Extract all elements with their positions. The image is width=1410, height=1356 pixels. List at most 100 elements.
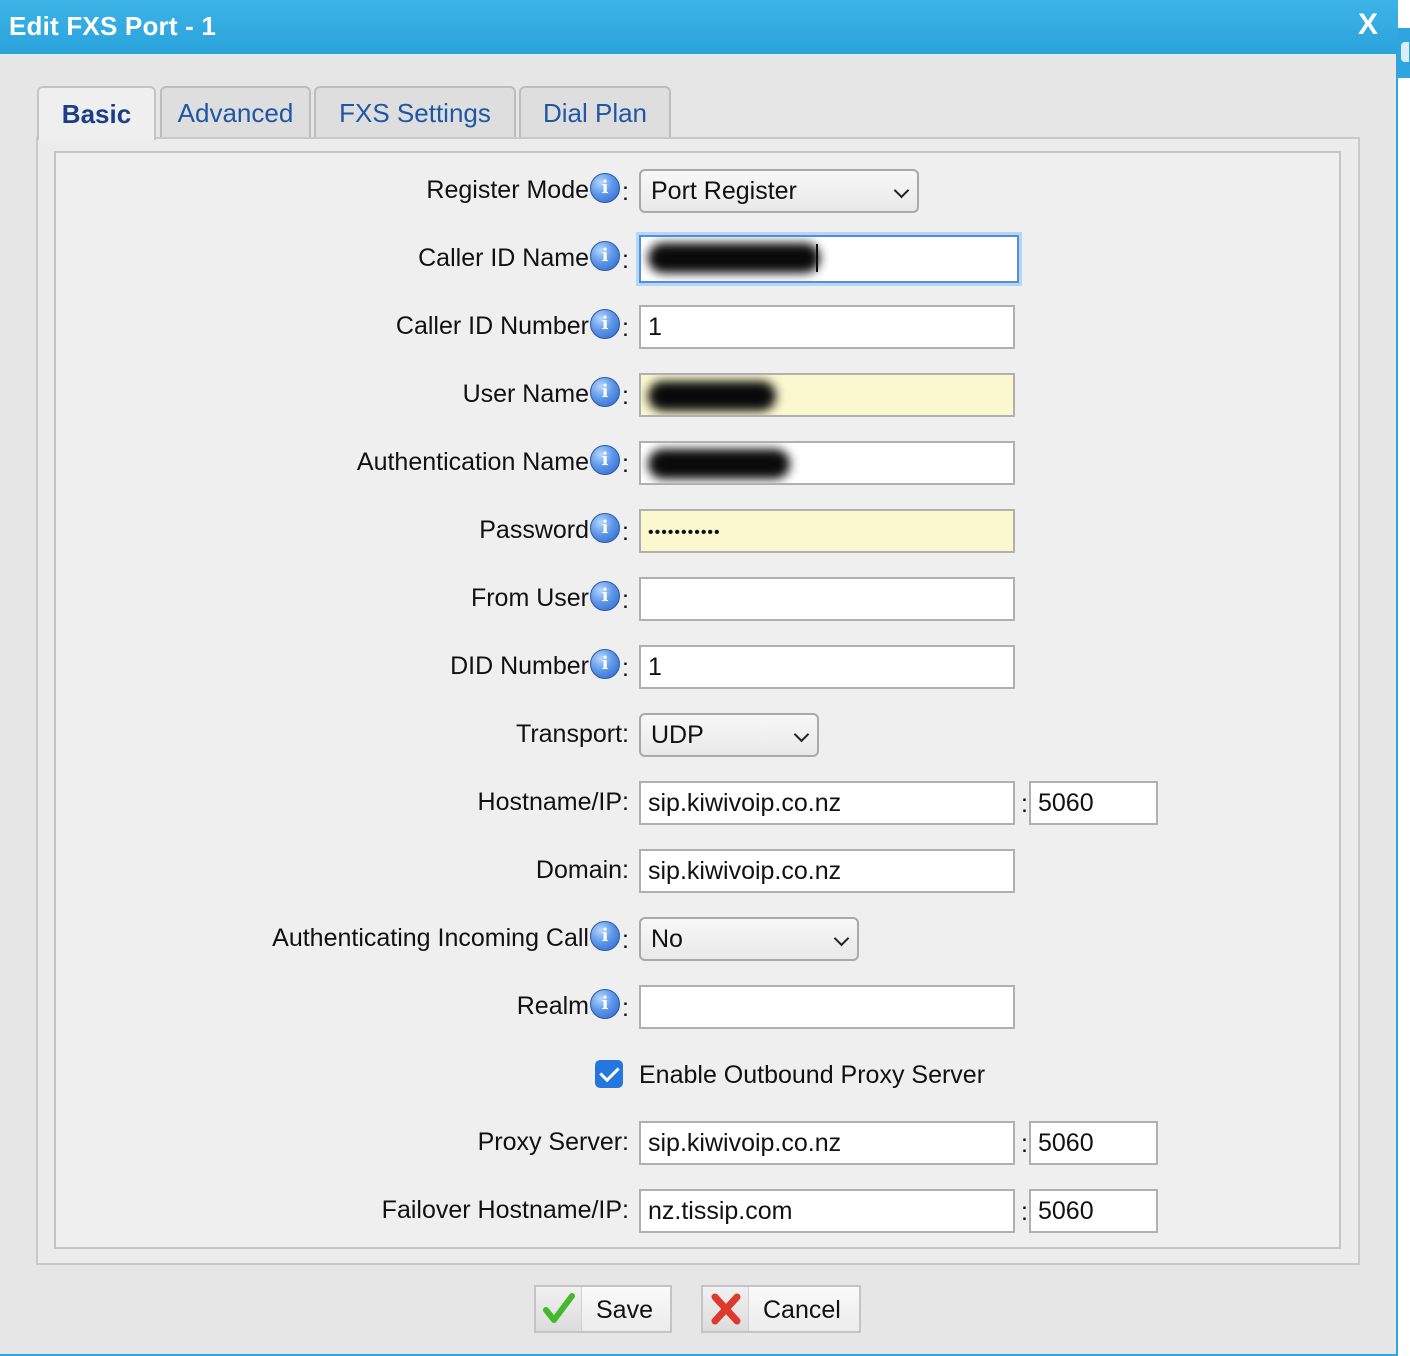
colon: : [622,450,629,478]
from-user-label: From User [470,584,589,612]
colon: : [622,246,629,274]
x-mark-icon [703,1287,749,1331]
failover-hostname-row: Failover Hostname/IP: nz.tissip.com : 50… [0,1189,1398,1233]
password-label: Password [479,516,589,544]
did-number-input[interactable]: 1 [639,645,1015,689]
tab-label: Basic [61,98,132,129]
caller-id-name-input[interactable] [639,235,1019,283]
colon: : [622,654,629,682]
save-button-label: Save [596,1296,653,1324]
tab-basic[interactable]: Basic [37,86,156,140]
failover-hostname-input[interactable]: nz.tissip.com [639,1189,1015,1233]
tab-label: Advanced [177,97,294,128]
password-row: Password i : ••••••••••• [0,509,1398,553]
colon: : [622,926,629,954]
proxy-server-row: Proxy Server: sip.kiwivoip.co.nz : 5060 [0,1121,1398,1165]
register-mode-row: Register Mode i : Port Register [0,169,1398,213]
did-number-row: DID Number i : 1 [0,645,1398,689]
user-name-input[interactable] [639,373,1015,417]
hostname-row: Hostname/IP: sip.kiwivoip.co.nz : 5060 [0,781,1398,825]
auth-incoming-call-select[interactable]: No [639,917,859,961]
user-name-label: User Name [462,380,589,408]
info-icon[interactable]: i [590,513,620,543]
dialog-title: Edit FXS Port - 1 [9,11,217,41]
colon: : [1021,1198,1028,1226]
chevron-down-icon [893,182,910,199]
authentication-name-row: Authentication Name i : [0,441,1398,485]
cancel-button-label: Cancel [763,1296,841,1324]
tab-dial-plan[interactable]: Dial Plan [519,86,671,138]
background-window-edge [1398,28,1410,78]
did-number-label: DID Number [450,652,589,680]
caller-id-number-input[interactable]: 1 [639,305,1015,349]
redacted-value [648,243,820,274]
colon: : [1021,790,1028,818]
failover-hostname-port-input[interactable]: 5060 [1029,1189,1158,1233]
cancel-button[interactable]: Cancel [701,1285,861,1333]
caller-id-number-row: Caller ID Number i : 1 [0,305,1398,349]
domain-label: Domain: [535,856,629,884]
save-button[interactable]: Save [534,1285,672,1333]
info-icon[interactable]: i [590,989,620,1019]
tab-label: Dial Plan [542,97,648,128]
colon: : [622,518,629,546]
proxy-server-port-input[interactable]: 5060 [1029,1121,1158,1165]
redacted-value [648,381,776,412]
from-user-row: From User i : [0,577,1398,621]
enable-outbound-proxy-label[interactable]: Enable Outbound Proxy Server [639,1061,985,1090]
enable-outbound-proxy-checkbox[interactable] [595,1060,623,1088]
hostname-input[interactable]: sip.kiwivoip.co.nz [639,781,1015,825]
auth-incoming-call-row: Authenticating Incoming Call i : No [0,917,1398,961]
info-icon[interactable]: i [590,649,620,679]
hostname-label: Hostname/IP: [477,788,629,816]
realm-row: Realm i : [0,985,1398,1029]
authentication-name-label: Authentication Name [356,448,589,476]
password-input[interactable]: ••••••••••• [639,509,1015,553]
failover-hostname-label: Failover Hostname/IP: [381,1196,629,1224]
info-icon[interactable]: i [590,921,620,951]
transport-value: UDP [651,721,704,749]
caller-id-name-row: Caller ID Name i : [0,235,1398,283]
auth-incoming-call-label: Authenticating Incoming Call [272,924,589,952]
chevron-down-icon [793,726,810,743]
dialog-titlebar[interactable]: Edit FXS Port - 1 X [0,0,1398,54]
caller-id-number-label: Caller ID Number [395,312,589,340]
register-mode-label: Register Mode [426,176,589,204]
colon: : [622,382,629,410]
from-user-input[interactable] [639,577,1015,621]
edit-fxs-port-dialog: Edit FXS Port - 1 X Basic Advanced FXS S… [0,0,1398,1356]
redacted-value [648,449,790,480]
register-mode-select[interactable]: Port Register [639,169,919,213]
info-icon[interactable]: i [590,445,620,475]
realm-label: Realm [516,992,589,1020]
chevron-down-icon [833,930,850,947]
info-icon[interactable]: i [590,241,620,271]
transport-label: Transport: [515,720,629,748]
info-icon[interactable]: i [590,377,620,407]
info-icon[interactable]: i [590,309,620,339]
proxy-server-label: Proxy Server: [477,1128,629,1156]
proxy-server-input[interactable]: sip.kiwivoip.co.nz [639,1121,1015,1165]
transport-select[interactable]: UDP [639,713,819,757]
colon: : [622,314,629,342]
checkmark-icon [536,1287,582,1331]
caller-id-name-label: Caller ID Name [418,244,589,272]
colon: : [622,586,629,614]
domain-row: Domain: sip.kiwivoip.co.nz [0,849,1398,893]
colon: : [622,994,629,1022]
colon: : [622,178,629,206]
tab-fxs-settings[interactable]: FXS Settings [314,86,516,138]
realm-input[interactable] [639,985,1015,1029]
info-icon[interactable]: i [590,581,620,611]
close-button[interactable]: X [1358,8,1378,42]
authentication-name-input[interactable] [639,441,1015,485]
info-icon[interactable]: i [590,173,620,203]
password-value: ••••••••••• [648,524,721,541]
domain-input[interactable]: sip.kiwivoip.co.nz [639,849,1015,893]
auth-incoming-call-value: No [651,925,683,953]
hostname-port-input[interactable]: 5060 [1029,781,1158,825]
colon: : [1021,1130,1028,1158]
transport-row: Transport: UDP [0,713,1398,757]
tab-advanced[interactable]: Advanced [160,86,311,138]
tab-label: FXS Settings [339,97,491,128]
